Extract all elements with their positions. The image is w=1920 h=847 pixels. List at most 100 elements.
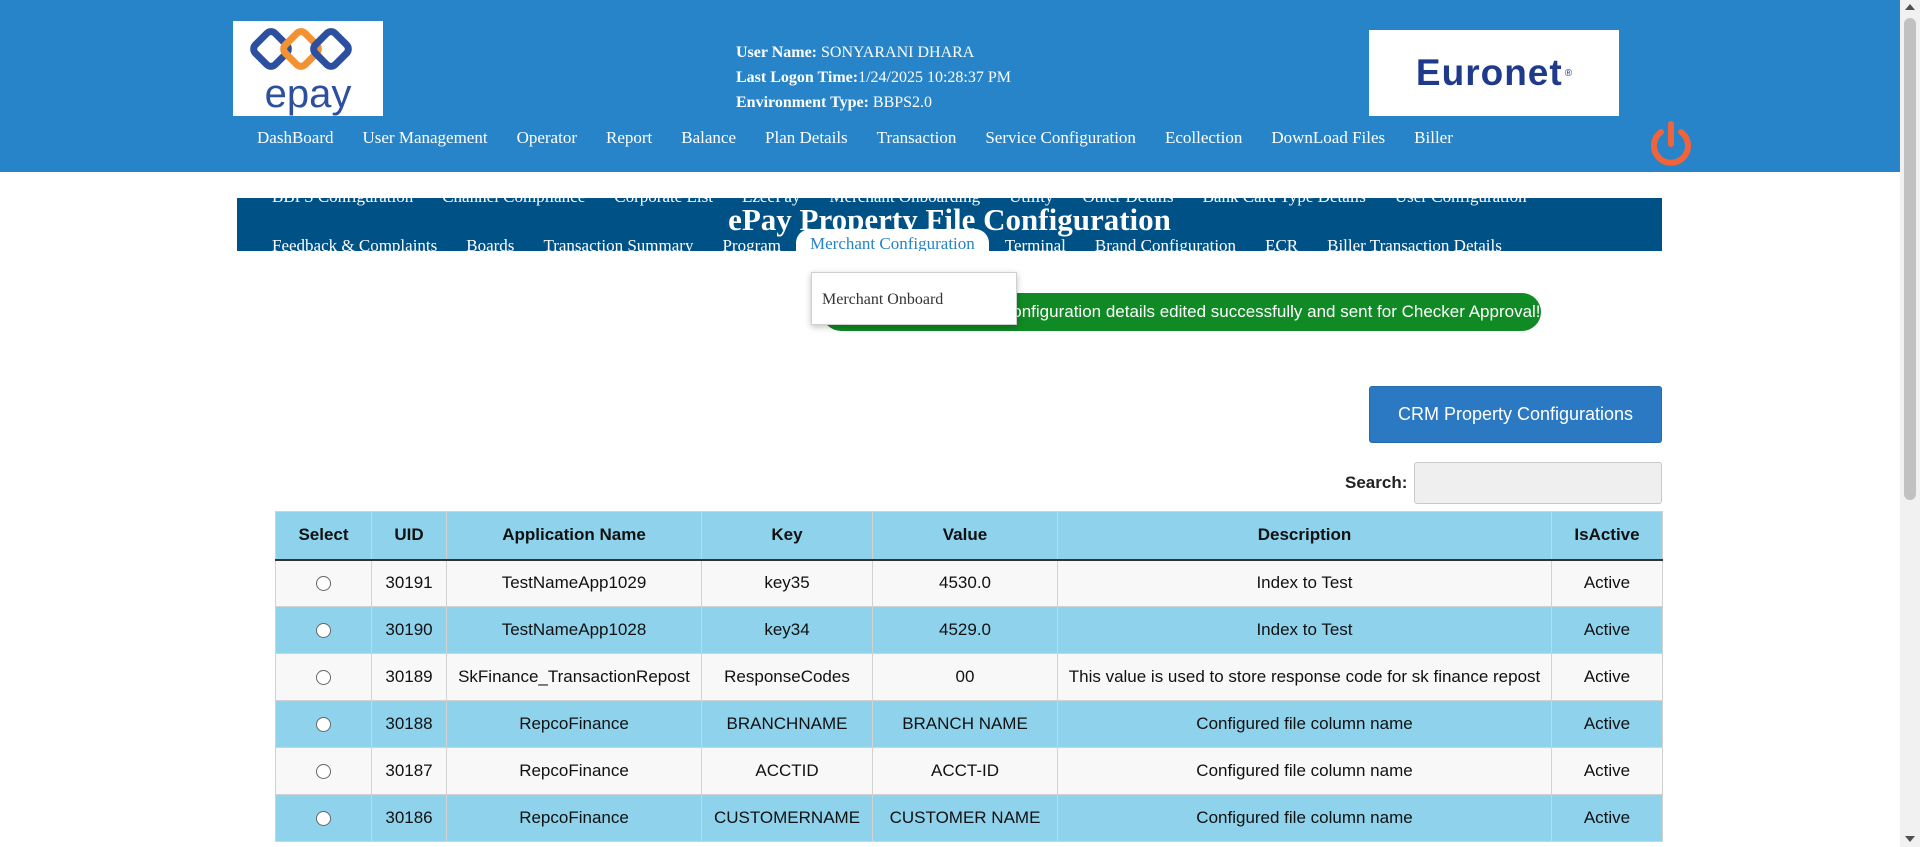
value-cell: 4530.0 — [872, 559, 1058, 607]
key-cell: BRANCHNAME — [701, 700, 873, 748]
page-scrollbar[interactable] — [1900, 0, 1920, 847]
nav-download-files[interactable]: DownLoad Files — [1271, 128, 1385, 148]
euronet-logo-text: Euronet — [1415, 52, 1563, 93]
nav-dashboard[interactable]: DashBoard — [257, 128, 333, 148]
application-name-cell: TestNameApp1028 — [446, 606, 702, 654]
scroll-down-arrow-icon[interactable] — [1905, 836, 1915, 842]
isactive-cell: Active — [1551, 747, 1663, 795]
table-row[interactable]: 30187 RepcoFinance ACCTID ACCT-ID Config… — [275, 747, 1663, 795]
user-name-label: User Name: — [736, 44, 818, 61]
table-row[interactable]: 30190 TestNameApp1028 key34 4529.0 Index… — [275, 606, 1663, 654]
uid-cell: 30188 — [371, 700, 447, 748]
uid-cell: 30187 — [371, 747, 447, 795]
menu-item-merchant-onboard[interactable]: Merchant Onboard — [822, 291, 943, 309]
nav-program[interactable]: Program — [722, 236, 781, 251]
description-cell: Configured file column name — [1057, 700, 1552, 748]
column-header-isactive[interactable]: IsActive — [1551, 511, 1663, 561]
nav-transaction[interactable]: Transaction — [877, 128, 957, 148]
power-icon — [1651, 121, 1691, 166]
property-table: Select UID Application Name Key Value De… — [275, 511, 1663, 842]
nav-brand-configuration[interactable]: Brand Configuration — [1095, 236, 1236, 251]
application-name-cell: TestNameApp1029 — [446, 559, 702, 607]
table-row[interactable]: 30188 RepcoFinance BRANCHNAME BRANCH NAM… — [275, 700, 1663, 748]
isactive-cell: Active — [1551, 794, 1663, 842]
nav-boards[interactable]: Boards — [466, 236, 514, 251]
value-cell: BRANCH NAME — [872, 700, 1058, 748]
nav-ecr[interactable]: ECR — [1265, 236, 1298, 251]
nav-terminal[interactable]: Terminal — [1005, 236, 1066, 251]
nav-feedback-complaints[interactable]: Feedback & Complaints — [272, 236, 437, 251]
row-select-radio[interactable] — [316, 811, 331, 827]
nav-service-configuration[interactable]: Service Configuration — [985, 128, 1136, 148]
epay-logo-icon: epay — [250, 28, 352, 116]
uid-cell: 30190 — [371, 606, 447, 654]
key-cell: ACCTID — [701, 747, 873, 795]
table-row[interactable]: 30191 TestNameApp1029 key35 4530.0 Index… — [275, 559, 1663, 607]
application-name-cell: RepcoFinance — [446, 794, 702, 842]
row-select-radio[interactable] — [316, 576, 331, 592]
value-cell: ACCT-ID — [872, 747, 1058, 795]
table-row[interactable]: 30186 RepcoFinance CUSTOMERNAME CUSTOMER… — [275, 794, 1663, 842]
row-select-radio[interactable] — [316, 623, 331, 639]
table-header-row: Select UID Application Name Key Value De… — [275, 511, 1663, 561]
submenu-band: BBPS Configuration Channel Compliance Co… — [237, 198, 1662, 251]
nav-transaction-summary[interactable]: Transaction Summary — [543, 236, 693, 251]
application-name-cell: SkFinance_TransactionRepost — [446, 653, 702, 701]
last-logon-value: 1/24/2025 10:28:37 PM — [858, 69, 1011, 86]
euronet-logo[interactable]: Euronet ® — [1369, 30, 1619, 116]
user-info: User Name: SONYARANI DHARA Last Logon Ti… — [736, 40, 1011, 115]
column-header-application-name[interactable]: Application Name — [446, 511, 702, 561]
nav-biller-transaction-details[interactable]: Biller Transaction Details — [1327, 236, 1502, 251]
value-cell: 00 — [872, 653, 1058, 701]
column-header-select[interactable]: Select — [275, 511, 372, 561]
table-row[interactable]: 30189 SkFinance_TransactionRepost Respon… — [275, 653, 1663, 701]
column-header-key[interactable]: Key — [701, 511, 873, 561]
description-cell: Configured file column name — [1057, 794, 1552, 842]
nav-operator[interactable]: Operator — [517, 128, 577, 148]
key-cell: CUSTOMERNAME — [701, 794, 873, 842]
row-select-cell — [275, 747, 372, 795]
uid-cell: 30186 — [371, 794, 447, 842]
description-cell: Configured file column name — [1057, 747, 1552, 795]
environment-label: Environment Type: — [736, 94, 869, 111]
row-select-radio[interactable] — [316, 670, 331, 686]
key-cell: key35 — [701, 559, 873, 607]
scrollbar-thumb[interactable] — [1904, 18, 1916, 500]
row-select-radio[interactable] — [316, 764, 331, 780]
row-select-cell — [275, 559, 372, 607]
uid-cell: 30189 — [371, 653, 447, 701]
column-header-description[interactable]: Description — [1057, 511, 1552, 561]
last-logon-label: Last Logon Time: — [736, 69, 859, 86]
row-select-cell — [275, 653, 372, 701]
isactive-cell: Active — [1551, 559, 1663, 607]
merchant-configuration-dropdown: Merchant Onboard — [811, 272, 1017, 325]
nav-ecollection[interactable]: Ecollection — [1165, 128, 1242, 148]
isactive-cell: Active — [1551, 606, 1663, 654]
epay-logo[interactable]: epay — [233, 21, 383, 116]
scroll-up-arrow-icon[interactable] — [1905, 4, 1915, 10]
isactive-cell: Active — [1551, 653, 1663, 701]
nav-plan-details[interactable]: Plan Details — [765, 128, 848, 148]
logout-button[interactable] — [1648, 118, 1694, 168]
last-logon-line: Last Logon Time:1/24/2025 10:28:37 PM — [736, 65, 1011, 90]
description-cell: Index to Test — [1057, 559, 1552, 607]
registered-mark: ® — [1564, 67, 1573, 79]
crm-property-configurations-button[interactable]: CRM Property Configurations — [1369, 386, 1662, 443]
column-header-uid[interactable]: UID — [371, 511, 447, 561]
nav-user-management[interactable]: User Management — [362, 128, 487, 148]
nav-biller[interactable]: Biller — [1414, 128, 1453, 148]
row-select-radio[interactable] — [316, 717, 331, 733]
value-cell: CUSTOMER NAME — [872, 794, 1058, 842]
description-cell: This value is used to store response cod… — [1057, 653, 1552, 701]
column-header-value[interactable]: Value — [872, 511, 1058, 561]
environment-value: BBPS2.0 — [868, 94, 933, 111]
main-nav: DashBoard User Management Operator Repor… — [257, 128, 1482, 148]
search-input[interactable] — [1414, 462, 1662, 504]
description-cell: Index to Test — [1057, 606, 1552, 654]
nav-balance[interactable]: Balance — [681, 128, 736, 148]
nav-report[interactable]: Report — [606, 128, 652, 148]
user-name-value: SONYARANI DHARA — [817, 44, 975, 61]
search-label: Search: — [1345, 473, 1408, 492]
nav-merchant-configuration[interactable]: Merchant Configuration — [796, 229, 989, 251]
environment-line: Environment Type: BBPS2.0 — [736, 90, 1011, 115]
